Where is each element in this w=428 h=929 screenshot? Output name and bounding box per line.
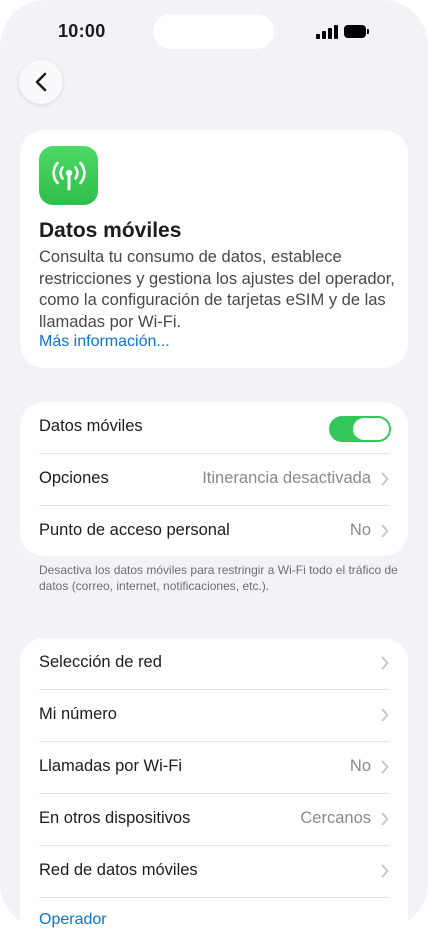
hotspot-row[interactable]: Punto de acceso personal No	[20, 506, 408, 558]
more-info-link[interactable]: Más información...	[39, 333, 170, 351]
wifi-calling-label: Llamadas por Wi-Fi	[39, 757, 183, 775]
divider	[39, 897, 389, 898]
cellular-data-network-label: Red de datos móviles	[39, 861, 198, 879]
cellular-data-row[interactable]: Datos móviles	[20, 402, 408, 454]
options-value: Itinerancia desactivada	[202, 469, 371, 487]
status-time: 10:00	[58, 21, 106, 41]
network-selection-row[interactable]: Selección de red	[20, 638, 408, 690]
cellular-data-toggle[interactable]	[329, 416, 391, 442]
page-title: Datos móviles	[39, 219, 182, 242]
chevron-right-icon	[381, 524, 389, 538]
network-settings-group: Selección de red Mi número Llamadas por …	[20, 638, 408, 929]
network-selection-label: Selección de red	[39, 653, 162, 671]
status-bar: 10:00	[0, 0, 428, 64]
my-number-label: Mi número	[39, 705, 117, 723]
chevron-right-icon	[381, 864, 389, 878]
cellular-data-label: Datos móviles	[39, 417, 143, 435]
chevron-right-icon	[381, 812, 389, 826]
intro-card: Datos móviles Consulta tu consumo de dat…	[20, 130, 408, 368]
cellular-footnote: Desactiva los datos móviles para restrin…	[39, 563, 398, 593]
antenna-icon	[39, 146, 98, 205]
hotspot-label: Punto de acceso personal	[39, 521, 230, 539]
other-devices-value: Cercanos	[300, 809, 371, 827]
hotspot-value: No	[349, 521, 371, 539]
chevron-right-icon	[381, 760, 389, 774]
chevron-right-icon	[381, 708, 389, 722]
other-devices-row[interactable]: En otros dispositivos Cercanos	[20, 794, 408, 846]
cellular-data-network-row[interactable]: Red de datos móviles	[20, 846, 408, 898]
intro-description: Consulta tu consumo de datos, establece …	[39, 248, 395, 331]
chevron-right-icon	[381, 656, 389, 670]
operator-link[interactable]: Operador	[39, 911, 107, 929]
my-number-row[interactable]: Mi número	[20, 690, 408, 742]
back-button[interactable]	[19, 60, 63, 104]
options-row[interactable]: Opciones Itinerancia desactivada	[20, 454, 408, 506]
wifi-calling-value: No	[349, 757, 371, 775]
cellular-settings-group: Datos móviles Opciones Itinerancia desac…	[20, 402, 408, 556]
phone-screen: 10:00 Datos móviles Consulta tu consumo …	[0, 0, 428, 929]
cellular-signal-icon	[316, 25, 338, 39]
dynamic-island	[153, 14, 274, 49]
other-devices-label: En otros dispositivos	[39, 809, 191, 827]
chevron-left-icon	[35, 72, 47, 92]
wifi-calling-row[interactable]: Llamadas por Wi-Fi No	[20, 742, 408, 794]
chevron-right-icon	[381, 472, 389, 486]
options-label: Opciones	[39, 469, 109, 487]
battery-icon	[344, 25, 370, 38]
